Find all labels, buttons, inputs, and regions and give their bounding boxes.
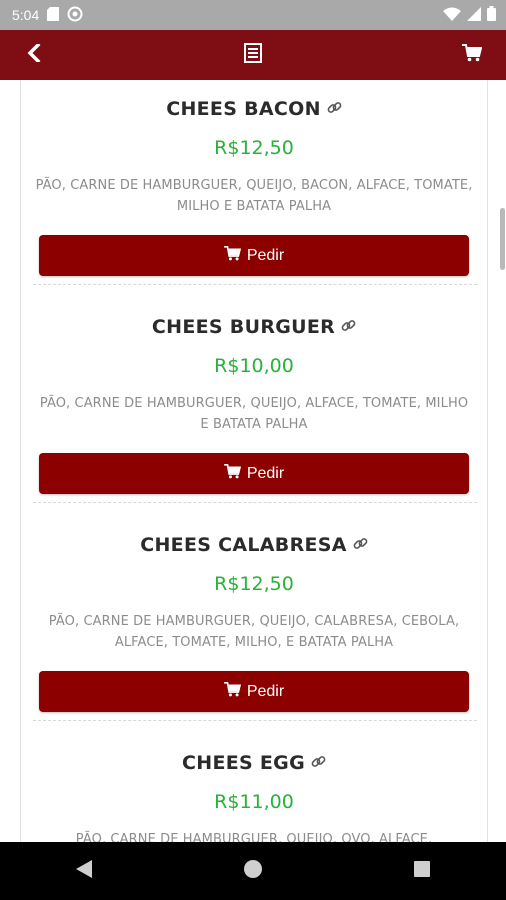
product-name: CHEES EGG [182, 752, 305, 774]
divider [33, 284, 477, 285]
cart-icon [223, 245, 241, 266]
order-button[interactable]: Pedir [39, 453, 469, 494]
nav-back-button[interactable] [54, 851, 114, 891]
square-recents-icon [413, 860, 431, 882]
cart-icon [223, 681, 241, 702]
do-not-disturb-icon [67, 6, 83, 25]
nav-recents-button[interactable] [392, 851, 452, 891]
link-icon[interactable] [353, 536, 368, 555]
status-bar: 5:04 [0, 0, 506, 30]
chevron-left-icon [27, 42, 41, 66]
sd-card-icon [47, 6, 60, 24]
product-title-row: CHEES BURGUER [21, 316, 487, 338]
link-icon[interactable] [327, 100, 342, 119]
product-name: CHEES CALABRESA [140, 534, 347, 556]
order-button[interactable]: Pedir [39, 235, 469, 276]
cart-button[interactable] [450, 33, 494, 77]
circle-home-icon [243, 859, 263, 883]
back-button[interactable] [12, 33, 56, 77]
product-description: PÃO, CARNE DE HAMBURGUER, QUEIJO, OVO, A… [75, 832, 433, 842]
menu-button[interactable] [231, 33, 275, 77]
product-description: PÃO, CARNE DE HAMBURGUER, QUEIJO, ALFACE… [39, 396, 469, 432]
menu-list-icon [244, 43, 262, 67]
product-price: R$12,50 [214, 573, 294, 595]
product-description: PÃO, CARNE DE HAMBURGUER, QUEIJO, BACON,… [35, 178, 473, 214]
product-panel: CHEES BACON R$12,50 PÃO, CARNE DE HAMBUR… [20, 80, 488, 842]
order-button[interactable]: Pedir [39, 671, 469, 712]
product-price: R$10,00 [214, 355, 294, 377]
battery-icon [487, 6, 496, 24]
product-name: CHEES BURGUER [151, 316, 336, 338]
wifi-icon [443, 7, 461, 24]
order-button-label: Pedir [246, 682, 285, 700]
cart-icon [223, 463, 241, 484]
nav-home-button[interactable] [223, 851, 283, 891]
product-price: R$11,00 [214, 791, 294, 813]
product-price: R$12,50 [214, 137, 294, 159]
product-description: PÃO, CARNE DE HAMBURGUER, QUEIJO, CALABR… [48, 614, 460, 650]
product-list[interactable]: CHEES BACON R$12,50 PÃO, CARNE DE HAMBUR… [0, 80, 506, 842]
product-name: CHEES BACON [166, 98, 321, 120]
product-title-row: CHEES BACON [21, 98, 487, 120]
order-button-label: Pedir [246, 246, 285, 264]
status-time: 5:04 [12, 7, 40, 23]
link-icon[interactable] [341, 318, 356, 337]
product-title-row: CHEES CALABRESA [21, 534, 487, 556]
order-button-label: Pedir [246, 464, 285, 482]
product-card: CHEES BACON R$12,50 PÃO, CARNE DE HAMBUR… [21, 98, 487, 276]
product-card: CHEES EGG R$11,00 PÃO, CARNE DE HAMBURGU… [21, 752, 487, 842]
scrollbar-thumb[interactable] [500, 208, 505, 270]
status-right [443, 6, 496, 24]
app-bar [0, 30, 506, 80]
system-nav-bar [0, 842, 506, 900]
signal-icon [467, 6, 481, 24]
product-card: CHEES BURGUER R$10,00 PÃO, CARNE DE HAMB… [21, 316, 487, 494]
product-title-row: CHEES EGG [21, 752, 487, 774]
triangle-back-icon [75, 859, 93, 883]
divider [33, 502, 477, 503]
cart-icon [462, 44, 483, 66]
divider [33, 720, 477, 721]
product-card: CHEES CALABRESA R$12,50 PÃO, CARNE DE HA… [21, 534, 487, 712]
link-icon[interactable] [311, 754, 326, 773]
